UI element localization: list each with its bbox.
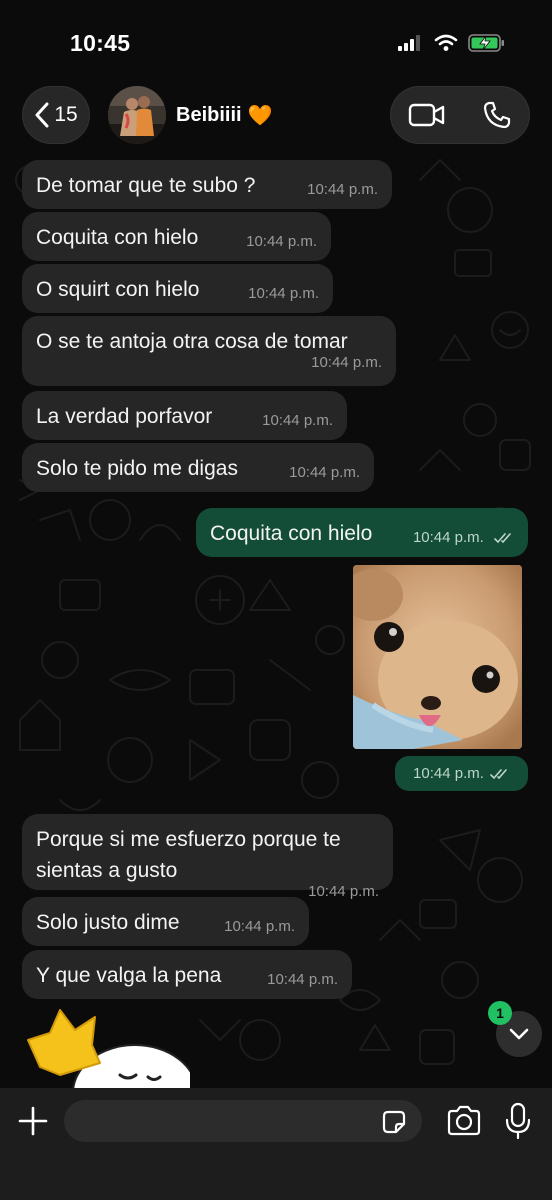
status-bar: 10:45 (0, 0, 552, 88)
message-text: La verdad porfavor (36, 405, 213, 428)
message-time: 10:44 p.m. (246, 233, 317, 250)
message-text: Porque si me esfuerzo porque te sientas … (36, 828, 341, 882)
unread-chats-count: 15 (54, 103, 78, 126)
message-meta: 10:44 p.m. (413, 528, 514, 548)
avatar[interactable] (108, 86, 166, 144)
message-bubble-incoming[interactable]: Solo te pido me digas 10:44 p.m. (22, 443, 374, 492)
sticker-icon[interactable] (380, 1108, 408, 1136)
message-time: 10:44 p.m. (262, 412, 333, 429)
status-time: 10:45 (70, 30, 131, 56)
call-actions (390, 86, 530, 144)
message-time: 10:44 p.m. (224, 918, 295, 935)
battery-charging-icon (468, 34, 504, 52)
message-time: 10:44 p.m. (307, 181, 378, 198)
unread-badge: 1 (488, 1001, 512, 1025)
contact-name-text: Beibiiii (176, 104, 242, 126)
message-time: 10:44 p.m. (311, 354, 382, 371)
message-text: Coquita con hielo (210, 522, 373, 545)
camera-icon[interactable] (446, 1104, 482, 1138)
message-text: Solo te pido me digas (36, 457, 238, 480)
wifi-icon (434, 34, 458, 51)
message-input[interactable] (64, 1100, 422, 1142)
double-check-icon (490, 768, 507, 779)
message-text: Y que valga la pena (36, 964, 222, 987)
message-text: Coquita con hielo (36, 226, 199, 249)
message-text: Solo justo dime (36, 911, 180, 934)
message-bubble-incoming[interactable]: Solo justo dime 10:44 p.m. (22, 897, 309, 946)
message-bubble-incoming[interactable]: Y que valga la pena 10:44 p.m. (22, 950, 352, 999)
contact-name[interactable]: Beibiiii 🧡 (176, 103, 272, 128)
chevron-left-icon (35, 102, 49, 128)
image-message[interactable] (353, 565, 522, 749)
status-icons (398, 33, 506, 53)
back-button[interactable]: 15 (22, 86, 90, 144)
phone-icon[interactable] (482, 100, 512, 130)
cellular-signal-icon (398, 35, 420, 51)
plush-toy-photo (353, 565, 522, 749)
video-call-icon[interactable] (408, 102, 446, 128)
message-bubble-incoming[interactable]: Coquita con hielo 10:44 p.m. (22, 212, 331, 261)
message-bubble-incoming[interactable]: De tomar que te subo ? 10:44 p.m. (22, 160, 392, 209)
plus-icon (18, 1106, 48, 1136)
message-list: De tomar que te subo ? 10:44 p.m. Coquit… (0, 0, 552, 1200)
chat-header: 15 Beibiiii 🧡 (0, 84, 552, 150)
message-text: O se te antoja otra cosa de tomar (36, 330, 348, 353)
message-bubble-outgoing[interactable]: Coquita con hielo 10:44 p.m. (196, 508, 528, 557)
message-text: De tomar que te subo ? (36, 174, 256, 197)
message-time: 10:44 p.m. (412, 529, 484, 546)
message-bubble-incoming[interactable]: O se te antoja otra cosa de tomar 10:44 … (22, 316, 396, 386)
orange-heart-icon: 🧡 (247, 105, 273, 127)
message-time: 10:44 p.m. (289, 464, 360, 481)
message-time: 10:44 p.m. (413, 765, 484, 782)
double-check-icon (494, 533, 511, 544)
message-bubble-incoming[interactable]: La verdad porfavor 10:44 p.m. (22, 391, 347, 440)
avatar-photo (108, 86, 166, 144)
message-composer (0, 1088, 552, 1200)
microphone-icon[interactable] (504, 1102, 532, 1140)
message-bubble-incoming[interactable]: Porque si me esfuerzo porque te sientas … (22, 814, 393, 900)
image-message-meta: 10:44 p.m. (395, 756, 528, 791)
message-text: O squirt con hielo (36, 278, 200, 301)
sticker-message[interactable] (20, 1005, 190, 1090)
attach-button[interactable] (14, 1102, 52, 1140)
chevron-down-icon (509, 1028, 529, 1040)
message-time: 10:44 p.m. (267, 971, 338, 988)
message-time: 10:44 p.m. (248, 285, 319, 302)
crown-character-sticker (27, 1009, 190, 1090)
message-bubble-incoming[interactable]: O squirt con hielo 10:44 p.m. (22, 264, 333, 313)
